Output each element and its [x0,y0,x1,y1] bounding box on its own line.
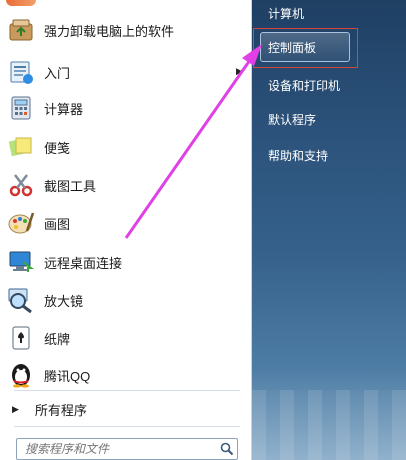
program-item-paint[interactable]: 画图 [6,205,244,241]
link-default-programs[interactable]: 默认程序 [268,108,316,130]
getting-started-icon [6,57,36,87]
link-help-support[interactable]: 帮助和支持 [268,144,328,166]
search-box[interactable] [16,438,238,460]
system-links-pane [252,0,406,460]
sticky-notes-icon [6,132,36,162]
program-item-snipping-tool[interactable]: 截图工具 [6,167,244,203]
program-label: 计算器 [44,101,84,117]
program-label: 入门 [44,65,71,81]
program-item-sticky-notes[interactable]: 便笺 [6,129,244,165]
remote-desktop-icon [6,247,36,277]
paint-palette-icon [6,208,36,238]
calculator-icon [6,93,36,123]
divider [14,426,240,427]
partial-icon-top [6,0,36,6]
qq-penguin-icon [6,360,36,390]
all-programs-label: 所有程序 [34,402,87,418]
link-control-panel[interactable]: 控制面板 [268,36,316,58]
program-label: 纸牌 [44,331,71,347]
uninstall-box-icon [6,15,36,45]
program-item-calculator[interactable]: 计算器 [6,90,244,126]
program-item-getting-started[interactable]: 入门 [6,54,244,90]
start-menu: 强力卸载电脑上的软件 入门 ▶ 计算器 便笺 截图工具 画图 远程桌面连接 放大… [0,0,406,460]
program-item-qq[interactable]: 腾讯QQ [6,357,244,393]
program-item-magnifier[interactable]: 放大镜 [6,282,244,318]
search-icon[interactable] [217,439,237,459]
submenu-arrow-icon[interactable]: ▶ [236,66,243,77]
link-computer[interactable]: 计算机 [268,2,304,24]
program-label: 强力卸载电脑上的软件 [44,23,175,39]
triangle-right-icon: ▶ [12,403,19,414]
program-label: 放大镜 [44,293,84,309]
all-programs-button[interactable]: ▶ 所有程序 [0,396,251,422]
program-label: 远程桌面连接 [44,255,123,271]
program-item-remote-desktop[interactable]: 远程桌面连接 [6,244,244,280]
program-item-solitaire[interactable]: 纸牌 [6,320,244,356]
search-input[interactable] [17,441,217,457]
link-devices-printers[interactable]: 设备和打印机 [268,74,340,96]
program-label: 画图 [44,216,71,232]
magnifier-icon [6,285,36,315]
divider [14,390,240,391]
snipping-tool-icon [6,170,36,200]
program-item-uninstall[interactable]: 强力卸载电脑上的软件 [6,12,244,48]
program-label: 腾讯QQ [44,368,91,384]
solitaire-card-icon [6,323,36,353]
program-label: 截图工具 [44,178,97,194]
programs-pane: 强力卸载电脑上的软件 入门 ▶ 计算器 便笺 截图工具 画图 远程桌面连接 放大… [0,0,252,460]
program-label: 便笺 [44,140,71,156]
